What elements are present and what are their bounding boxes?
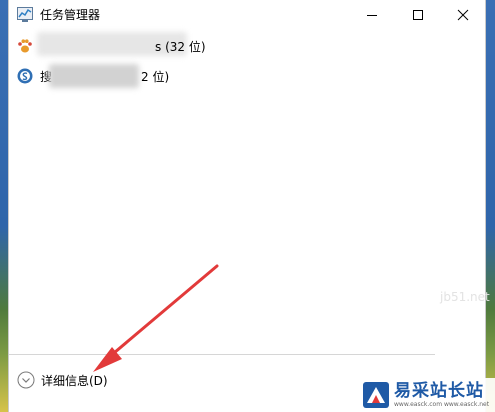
maximize-button[interactable]: [395, 0, 441, 30]
minimize-button[interactable]: [349, 0, 395, 30]
task-manager-icon: [17, 7, 33, 22]
watermark-subtitle: www.easck.com www.easck.net: [394, 401, 490, 408]
process-list: s (32 位) 搜 2 位): [9, 32, 485, 92]
maximize-icon: [413, 10, 423, 20]
site-watermark: 易采站长站 www.easck.com www.easck.net: [356, 378, 495, 412]
task-manager-window: 任务管理器 s (32 位) 搜 2 位) 详细信息(D): [8, 0, 486, 412]
site-logo-icon: [363, 382, 389, 408]
process-name-suffix: 2 位): [141, 70, 170, 84]
close-button[interactable]: [440, 0, 486, 30]
process-row[interactable]: s (32 位): [9, 32, 485, 62]
details-label: 详细信息(D): [41, 373, 108, 388]
details-toggle[interactable]: 详细信息(D): [17, 369, 108, 391]
close-icon: [457, 9, 469, 21]
process-row[interactable]: 搜 2 位): [9, 62, 485, 92]
process-name-suffix: s (32 位): [155, 40, 206, 54]
baidu-paw-icon: [18, 39, 32, 53]
sogou-icon: [17, 68, 33, 84]
footer-divider: [9, 354, 435, 355]
minimize-icon: [367, 15, 377, 16]
watermark-title: 易采站长站: [394, 381, 484, 401]
desktop-background: 任务管理器 s (32 位) 搜 2 位) 详细信息(D) jb51.net 易…: [0, 0, 495, 412]
faint-watermark: jb51.net: [440, 290, 490, 304]
title-bar[interactable]: 任务管理器: [9, 0, 485, 30]
redacted-name-blur: [49, 64, 139, 88]
chevron-down-circle-icon: [17, 371, 35, 389]
window-title: 任务管理器: [40, 8, 101, 22]
